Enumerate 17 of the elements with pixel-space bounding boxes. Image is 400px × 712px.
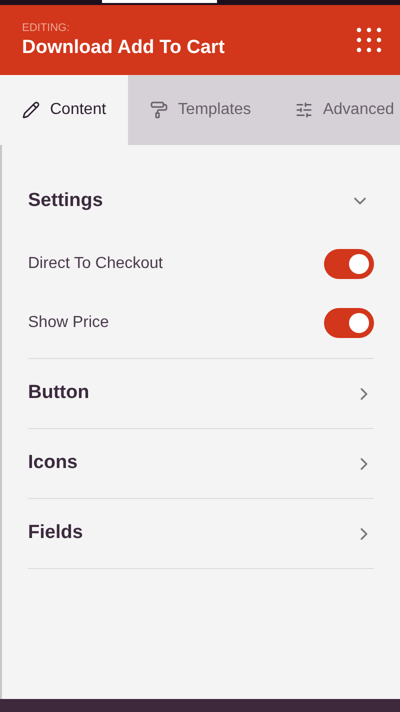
section-header[interactable]: Button: [28, 359, 374, 429]
grid-menu-icon[interactable]: [356, 27, 382, 53]
tab[interactable]: Templates: [128, 75, 273, 145]
section-header[interactable]: Fields: [28, 499, 374, 569]
section-header[interactable]: Icons: [28, 429, 374, 499]
toggle-switch[interactable]: [324, 249, 374, 279]
module-title: Download Add To Cart: [22, 36, 225, 60]
paint-roller-icon: [150, 101, 168, 119]
tab[interactable]: Content: [0, 75, 128, 145]
settings-header[interactable]: Settings: [28, 183, 374, 219]
toggle-label: Direct To Checkout: [28, 254, 163, 274]
editing-label: EDITING:: [22, 20, 71, 36]
sliders-icon: [294, 101, 313, 119]
tab[interactable]: Advanced: [272, 75, 400, 145]
pencil-icon: [22, 101, 40, 119]
toggle-label: Show Price: [28, 313, 109, 333]
toggle-switch[interactable]: [324, 308, 374, 338]
